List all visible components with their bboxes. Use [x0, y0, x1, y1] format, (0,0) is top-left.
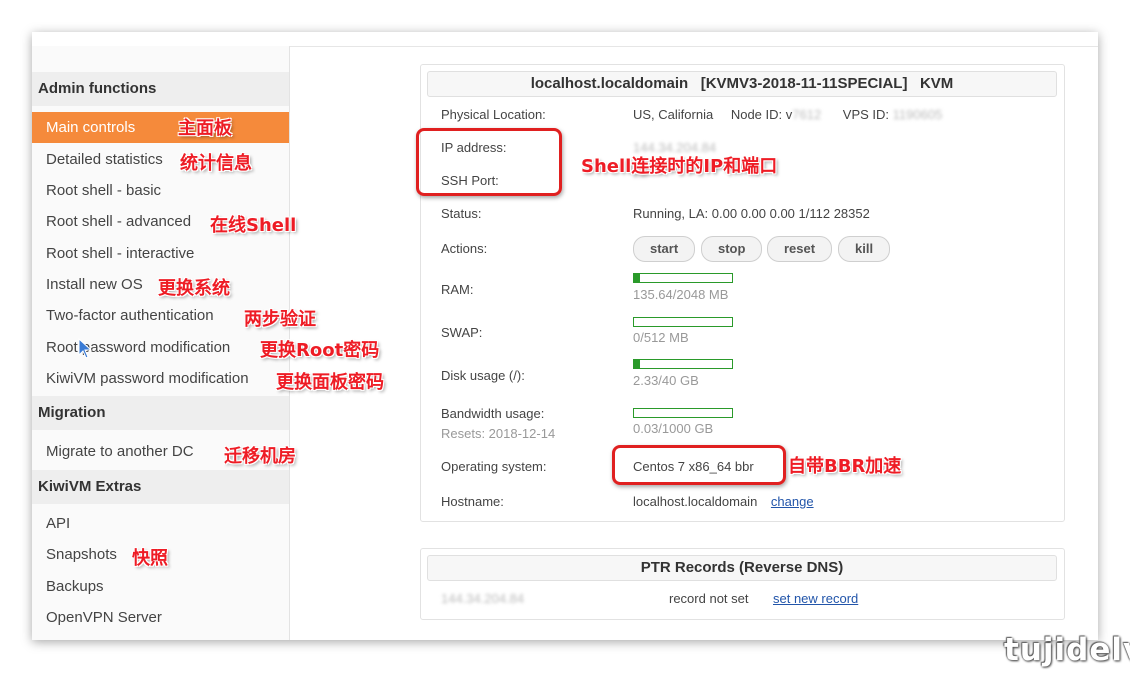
- sidebar-item-root-shell-basic[interactable]: Root shell - basic: [32, 175, 289, 206]
- ptr-status: record not set: [669, 591, 749, 606]
- section-title-migration: Migration: [32, 396, 289, 430]
- annotation-statistics: 统计信息: [180, 153, 252, 174]
- kill-button[interactable]: kill: [838, 236, 891, 262]
- hostname-text: localhost.localdomain: [633, 494, 758, 509]
- swap-bar: [633, 317, 733, 327]
- annotation-ip-port: Shell连接时的IP和端口: [581, 156, 778, 177]
- sidebar-item-kiwivm-password[interactable]: KiwiVM password modification: [32, 363, 289, 394]
- hostname-label: Hostname:: [441, 494, 504, 509]
- section-title-admin: Admin functions: [32, 72, 289, 106]
- bandwidth-label: Bandwidth usage:: [441, 406, 545, 421]
- bandwidth-bar: [633, 408, 733, 418]
- actions-group: start stop reset kill: [633, 236, 933, 262]
- status-value: Running, LA: 0.00 0.00 0.00 1/112 28352: [633, 206, 870, 221]
- change-hostname-link[interactable]: change: [771, 494, 814, 509]
- start-button[interactable]: start: [633, 236, 696, 262]
- annotation-two-factor: 两步验证: [244, 309, 316, 330]
- ptr-records-box: PTR Records (Reverse DNS) 144.34.204.84 …: [420, 548, 1065, 620]
- annotation-migrate: 迁移机房: [224, 446, 296, 467]
- sidebar-item-api[interactable]: API: [32, 508, 289, 539]
- annotation-kiwivm-password: 更换面板密码: [276, 372, 384, 393]
- disk-label: Disk usage (/):: [441, 368, 525, 383]
- mouse-cursor-icon: [78, 338, 92, 359]
- annotation-install-os: 更换系统: [158, 278, 230, 299]
- annotation-main-controls: 主面板: [178, 118, 232, 139]
- ram-label: RAM:: [441, 282, 474, 297]
- actions-label: Actions:: [441, 241, 488, 256]
- hostname-value: localhost.localdomain change: [633, 494, 814, 509]
- sidebar-item-root-shell-interactive[interactable]: Root shell - interactive: [32, 238, 289, 269]
- server-title: localhost.localdomain [KVMV3-2018-11-11S…: [427, 71, 1057, 97]
- bandwidth-resets: Resets: 2018-12-14: [441, 426, 556, 441]
- disk-value: 2.33/40 GB: [633, 373, 699, 388]
- os-label: Operating system:: [441, 459, 547, 474]
- watermark: tujidelv: [1004, 632, 1130, 668]
- sidebar-item-root-password[interactable]: Root password modification: [32, 332, 289, 363]
- annotation-snapshots: 快照: [132, 548, 168, 569]
- swap-label: SWAP:: [441, 325, 483, 340]
- kiwivm-panel: Admin functions Main controls Detailed s…: [32, 32, 1098, 640]
- annotation-bbr: 自带BBR加速: [788, 456, 902, 477]
- ptr-ip: 144.34.204.84: [441, 591, 525, 606]
- reset-button[interactable]: reset: [767, 236, 833, 262]
- ip-ssh-highlight: [416, 128, 562, 196]
- section-title-extras: KiwiVM Extras: [32, 470, 289, 504]
- bandwidth-value: 0.03/1000 GB: [633, 421, 714, 436]
- sidebar-item-main-controls[interactable]: Main controls: [32, 112, 289, 143]
- physical-location-label: Physical Location:: [441, 107, 546, 122]
- ptr-title: PTR Records (Reverse DNS): [427, 555, 1057, 581]
- vps-id-value: 1190605: [892, 107, 943, 122]
- sidebar-item-backups[interactable]: Backups: [32, 571, 289, 602]
- physical-location-value: US, California Node ID: v7612 VPS ID: 11…: [633, 107, 943, 122]
- vps-id-label: VPS ID:: [842, 107, 890, 122]
- sidebar-item-openvpn[interactable]: OpenVPN Server: [32, 602, 289, 633]
- swap-value: 0/512 MB: [633, 330, 689, 345]
- disk-bar: [633, 359, 733, 369]
- status-label: Status:: [441, 206, 482, 221]
- node-id-value: 7612: [792, 107, 822, 122]
- ram-value: 135.64/2048 MB: [633, 287, 729, 302]
- annotation-root-password: 更换Root密码: [260, 340, 380, 361]
- annotation-online-shell: 在线Shell: [210, 215, 297, 236]
- top-strip: [32, 32, 1098, 47]
- os-highlight: [612, 445, 786, 485]
- set-new-record-link[interactable]: set new record: [773, 591, 858, 606]
- stop-button[interactable]: stop: [701, 236, 763, 262]
- node-id-label: Node ID: v: [730, 107, 793, 122]
- ram-bar: [633, 273, 733, 283]
